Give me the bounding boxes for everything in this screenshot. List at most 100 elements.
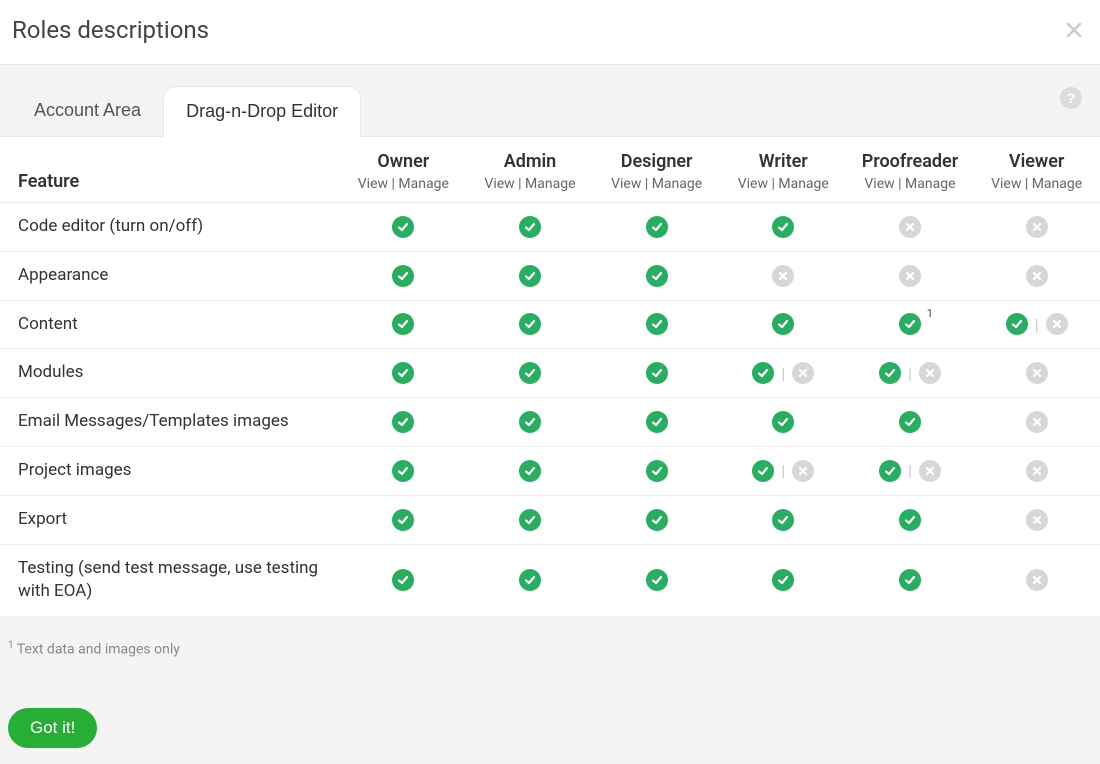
check-icon [519, 362, 541, 384]
tab-account-area[interactable]: Account Area [12, 85, 163, 136]
role-header-writer: WriterView | Manage [720, 137, 847, 203]
permission-cell [973, 251, 1100, 300]
check-icon [772, 509, 794, 531]
permission-cell [467, 398, 594, 447]
permission-cell [720, 203, 847, 252]
permission-cell [467, 446, 594, 495]
check-icon [772, 313, 794, 335]
check-icon [752, 460, 774, 482]
feature-name: Code editor (turn on/off) [0, 203, 340, 252]
footnote: 1 Text data and images only [0, 616, 1100, 658]
help-icon: ? [1067, 90, 1076, 106]
roles-table-panel: Feature OwnerView | ManageAdminView | Ma… [0, 136, 1100, 616]
x-icon [1026, 411, 1048, 433]
permission-cell: | [847, 446, 974, 495]
feature-name: Email Messages/Templates images [0, 398, 340, 447]
check-icon [519, 265, 541, 287]
check-icon [899, 569, 921, 591]
check-icon [646, 460, 668, 482]
check-icon [519, 509, 541, 531]
permission-cell [720, 300, 847, 349]
permission-cell [973, 495, 1100, 544]
table-row: Modules|| [0, 349, 1100, 398]
modal-footer: Got it! [0, 658, 1100, 764]
permission-cell [340, 495, 467, 544]
permission-cell: 1 [847, 300, 974, 349]
permission-cell [340, 300, 467, 349]
table-row: Content1| [0, 300, 1100, 349]
permission-cell: | [720, 349, 847, 398]
role-name: Viewer [981, 151, 1092, 172]
feature-header-label: Feature [18, 171, 79, 192]
check-icon [772, 216, 794, 238]
check-icon [392, 265, 414, 287]
check-icon [752, 362, 774, 384]
tab-row: Account AreaDrag-n-Drop Editor ? [0, 65, 1100, 136]
permission-cell [593, 349, 720, 398]
modal-header: Roles descriptions [0, 0, 1100, 64]
check-icon [879, 460, 901, 482]
permission-cell [847, 544, 974, 616]
role-subheader: View | Manage [864, 176, 955, 192]
got-it-button[interactable]: Got it! [8, 708, 97, 748]
x-icon [1026, 265, 1048, 287]
permission-cell [593, 300, 720, 349]
permission-cell [340, 398, 467, 447]
table-row: Testing (send test message, use testing … [0, 544, 1100, 616]
role-subheader: View | Manage [484, 176, 575, 192]
role-name: Admin [475, 151, 586, 172]
check-icon [519, 216, 541, 238]
role-header-viewer: ViewerView | Manage [973, 137, 1100, 203]
table-row: Code editor (turn on/off) [0, 203, 1100, 252]
help-button[interactable]: ? [1060, 87, 1082, 109]
close-button[interactable] [1066, 22, 1082, 38]
permission-cell [467, 300, 594, 349]
x-icon [1026, 216, 1048, 238]
permission-cell [847, 398, 974, 447]
permission-cell: | [720, 446, 847, 495]
feature-header: Feature [0, 137, 340, 203]
feature-name: Content [0, 300, 340, 349]
permission-cell [340, 251, 467, 300]
check-icon [646, 569, 668, 591]
feature-name: Export [0, 495, 340, 544]
table-row: Export [0, 495, 1100, 544]
table-row: Project images|| [0, 446, 1100, 495]
x-icon [792, 362, 814, 384]
role-name: Proofreader [855, 151, 966, 172]
check-icon [1006, 313, 1028, 335]
permission-cell [593, 251, 720, 300]
tab-drag-n-drop-editor[interactable]: Drag-n-Drop Editor [163, 86, 361, 137]
check-icon [772, 569, 794, 591]
permission-cell [720, 251, 847, 300]
check-icon [392, 216, 414, 238]
table-row: Appearance [0, 251, 1100, 300]
x-icon [792, 460, 814, 482]
roles-table: Feature OwnerView | ManageAdminView | Ma… [0, 137, 1100, 616]
x-icon [899, 216, 921, 238]
permission-cell [467, 251, 594, 300]
footnote-ref: 1 [927, 307, 933, 320]
permission-cell [593, 495, 720, 544]
permission-cell [340, 203, 467, 252]
check-icon [879, 362, 901, 384]
role-header-admin: Admin View | Manage [467, 137, 594, 203]
x-icon [919, 362, 941, 384]
permission-cell [973, 398, 1100, 447]
check-icon [646, 265, 668, 287]
x-icon [1046, 313, 1068, 335]
check-icon [646, 362, 668, 384]
permission-cell [720, 544, 847, 616]
permission-cell [847, 203, 974, 252]
role-subheader: View | Manage [611, 176, 702, 192]
check-icon [519, 411, 541, 433]
permission-cell [593, 544, 720, 616]
x-icon [919, 460, 941, 482]
modal-body: Account AreaDrag-n-Drop Editor ? Feature… [0, 64, 1100, 764]
x-icon [1026, 509, 1048, 531]
separator-icon: | [780, 461, 786, 480]
check-icon [646, 411, 668, 433]
permission-cell [973, 349, 1100, 398]
check-icon [519, 460, 541, 482]
permission-cell [467, 203, 594, 252]
